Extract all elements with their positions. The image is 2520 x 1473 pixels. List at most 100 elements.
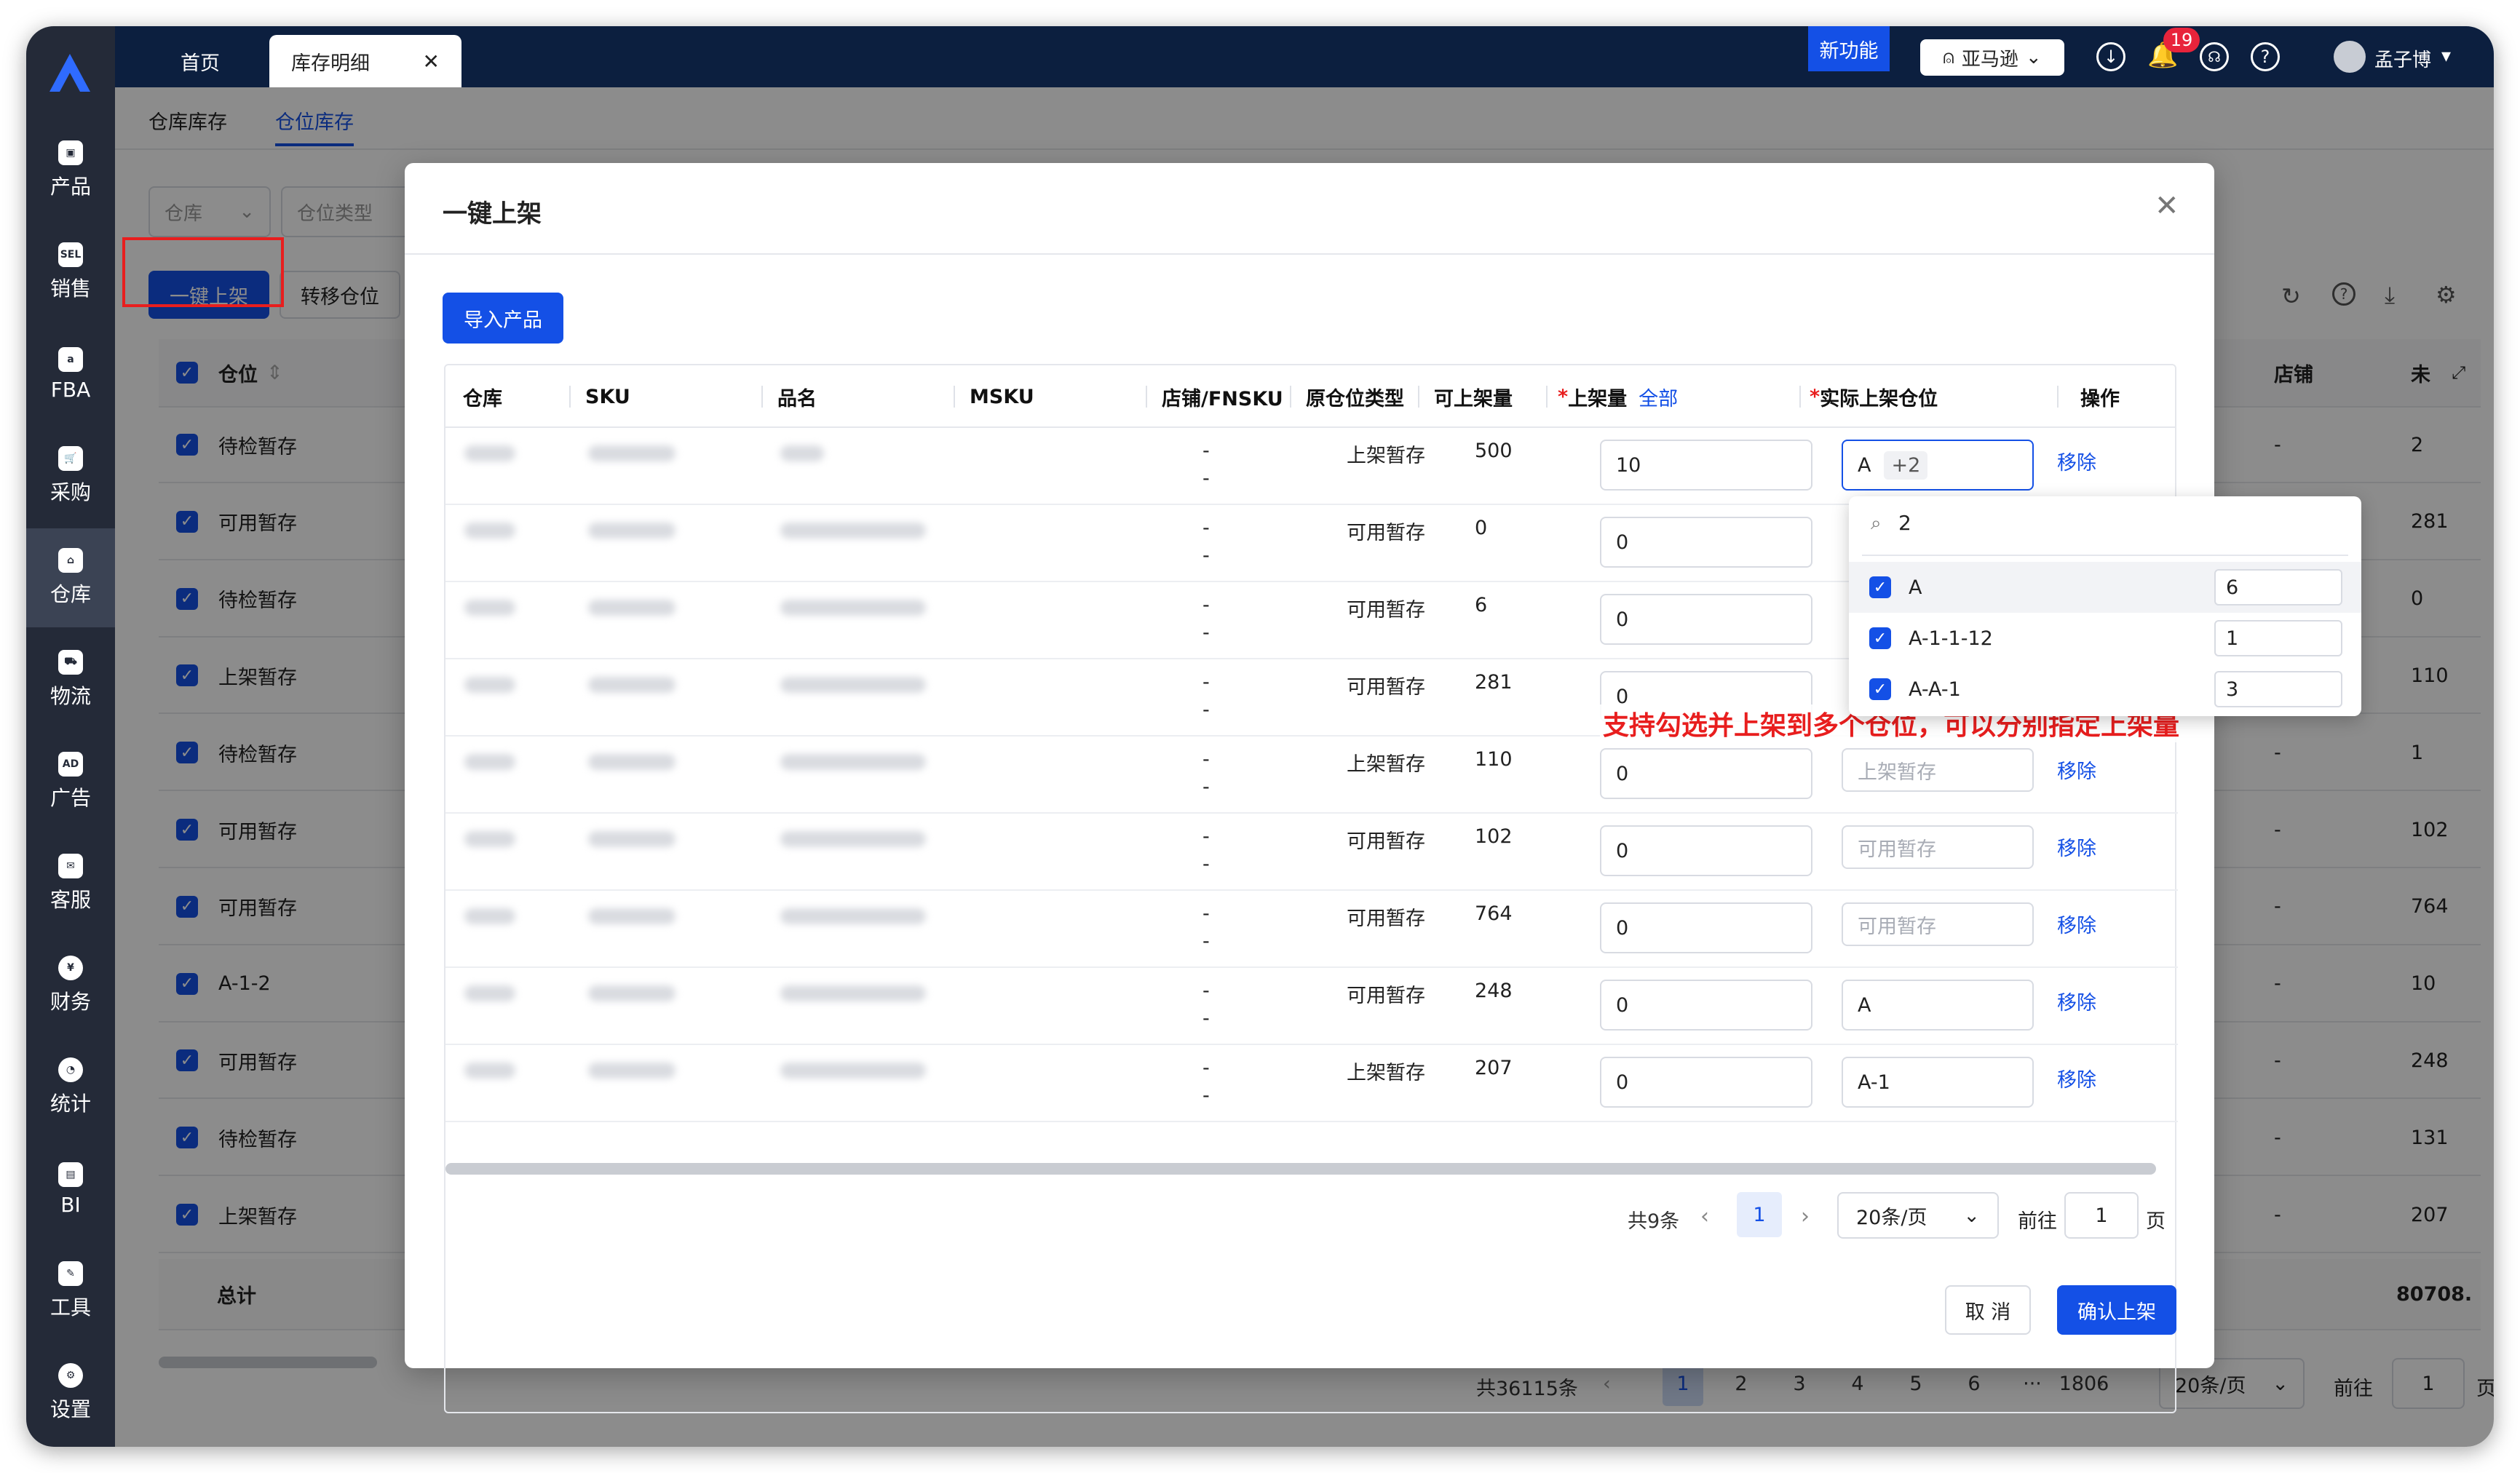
download-icon[interactable]: ↓ [2096,42,2125,71]
cart-icon: 🛒 [58,446,83,471]
sidebar-item-warehouse[interactable]: ⌂ 仓库 [26,528,115,627]
new-feature-badge[interactable]: 新功能 [1808,26,1890,71]
ad-icon: AD [58,752,83,777]
target-location-select[interactable]: 可用暂存 [1842,902,2034,946]
shelve-qty-input[interactable]: 0 [1600,594,1812,645]
pie-chart-icon: ◔ [58,1057,83,1082]
target-location-select[interactable]: A [1842,980,2034,1031]
confirm-shelve-button[interactable]: 确认上架 [2057,1285,2176,1335]
available-cell: 207 [1475,1057,1513,1079]
blurred-name [780,600,926,616]
user-menu[interactable]: 孟子博 ▾ [2374,45,2451,72]
sidebar-item-fba[interactable]: a FBA [26,325,115,424]
goto-label: 前往 [2018,1210,2057,1233]
location-option[interactable]: ✓ A 6 [1849,562,2361,613]
location-search-input[interactable]: 2 [1898,511,1911,535]
shelve-qty-input[interactable]: 10 [1600,440,1812,491]
sidebar-item-logistics[interactable]: ⛟ 物流 [26,630,115,729]
sidebar-item-service[interactable]: ✉ 客服 [26,834,115,933]
close-icon[interactable]: ✕ [423,49,440,74]
highlight-box [122,237,284,307]
orig-type-cell: 可用暂存 [1347,599,1425,622]
option-checkbox[interactable]: ✓ [1869,627,1891,649]
sidebar-item-settings[interactable]: ⚙ 设置 [26,1343,115,1442]
marketplace-select[interactable]: ⍝ 亚马逊 ⌄ [1920,39,2064,76]
orig-type-cell: 可用暂存 [1347,830,1425,853]
location-option[interactable]: ✓ A-1-1-12 1 [1849,613,2361,664]
shelve-qty-input[interactable]: 0 [1600,980,1812,1031]
available-cell: 0 [1475,517,1488,539]
next-page-icon[interactable]: › [1801,1204,1810,1229]
support-icon[interactable]: ☊ [2200,42,2229,71]
remove-link[interactable]: 移除 [2057,755,2096,784]
option-checkbox[interactable]: ✓ [1869,576,1891,598]
modal-horizontal-scrollbar[interactable] [445,1163,2156,1175]
shelve-qty-input[interactable]: 0 [1600,902,1812,953]
tab-inventory-detail[interactable]: 库存明细 ✕ [269,35,461,87]
available-cell: 500 [1475,440,1513,462]
available-cell: 248 [1475,980,1513,1002]
modal-page-size-select[interactable]: 20条/页 ⌄ [1837,1192,1999,1239]
blurred-sku [588,908,675,924]
option-qty-input[interactable]: 3 [2214,671,2342,707]
blurred-name [780,754,926,770]
import-product-button[interactable]: 导入产品 [443,293,563,344]
target-location-select[interactable]: A-1 [1842,1057,2034,1108]
blurred-sku [588,831,675,847]
remove-link[interactable]: 移除 [2057,910,2096,938]
target-location-select[interactable]: 上架暂存 [1842,748,2034,792]
sidebar-item-finance[interactable]: ¥ 财务 [26,936,115,1035]
target-location-select[interactable]: 可用暂存 [1842,825,2034,869]
app-logo [49,54,90,92]
sidebar-item-product[interactable]: ▣ 产品 [26,121,115,220]
shelve-qty-input[interactable]: 0 [1600,825,1812,876]
shelve-qty-input[interactable]: 0 [1600,748,1812,799]
modal-divider [405,253,2214,255]
mail-icon: ✉ [58,854,83,878]
gear-icon: ⚙ [58,1363,83,1388]
col-separator [1290,386,1291,408]
close-icon[interactable]: ✕ [2155,189,2179,223]
sidebar-item-stats[interactable]: ◔ 统计 [26,1038,115,1137]
sidebar-item-ads[interactable]: AD 广告 [26,732,115,831]
sidebar-item-sales[interactable]: SEL 销售 [26,223,115,322]
avatar[interactable] [2334,41,2366,73]
remove-link[interactable]: 移除 [2057,447,2096,475]
amazon-icon: a [58,346,83,372]
box-icon: ▣ [58,140,83,165]
table-row: - - 可用暂存 102 0 可用暂存 移除 [445,814,2178,891]
help-icon[interactable]: ? [2251,42,2280,71]
blurred-name [780,908,926,924]
modal-table-header: 仓库 SKU 品名 MSKU 店铺/FNSKU 原仓位类型 可上架量 * 上架量全… [445,365,2175,428]
sidebar-item-purchase[interactable]: 🛒 采购 [26,426,115,525]
target-location-select[interactable]: A +2 [1842,440,2034,491]
caret-down-icon: ▾ [2441,45,2452,67]
sidebar-item-bi[interactable]: ▤ BI [26,1140,115,1239]
option-qty-input[interactable]: 6 [2214,569,2342,606]
table-row: - - 可用暂存 248 0 A 移除 [445,968,2178,1045]
tab-home[interactable]: 首页 [159,35,242,87]
orig-type-cell: 可用暂存 [1347,676,1425,699]
remove-link[interactable]: 移除 [2057,1064,2096,1092]
prev-page-icon[interactable]: ‹ [1700,1204,1709,1229]
col-separator [2057,386,2059,408]
modal-page-1[interactable]: 1 [1737,1192,1782,1237]
blurred-name [780,1063,926,1079]
blurred-warehouse [464,445,515,461]
modal-goto-input[interactable]: 1 [2064,1192,2139,1239]
option-qty-input[interactable]: 1 [2214,620,2342,656]
shelve-qty-input[interactable]: 0 [1600,517,1812,568]
remove-link[interactable]: 移除 [2057,987,2096,1015]
sidebar-item-tools[interactable]: ✎ 工具 [26,1242,115,1341]
blurred-sku [588,985,675,1001]
location-option[interactable]: ✓ A-A-1 3 [1849,664,2361,715]
chevron-down-icon: ⌄ [1963,1204,1980,1227]
option-checkbox[interactable]: ✓ [1869,678,1891,700]
remove-link[interactable]: 移除 [2057,833,2096,861]
shelve-qty-input[interactable]: 0 [1600,1057,1812,1108]
chevron-down-icon: ⌄ [2025,47,2042,68]
blurred-name [780,445,824,461]
available-cell: 6 [1475,594,1488,616]
cancel-button[interactable]: 取 消 [1945,1285,2031,1335]
fill-all-link[interactable]: 全部 [1639,383,1678,411]
